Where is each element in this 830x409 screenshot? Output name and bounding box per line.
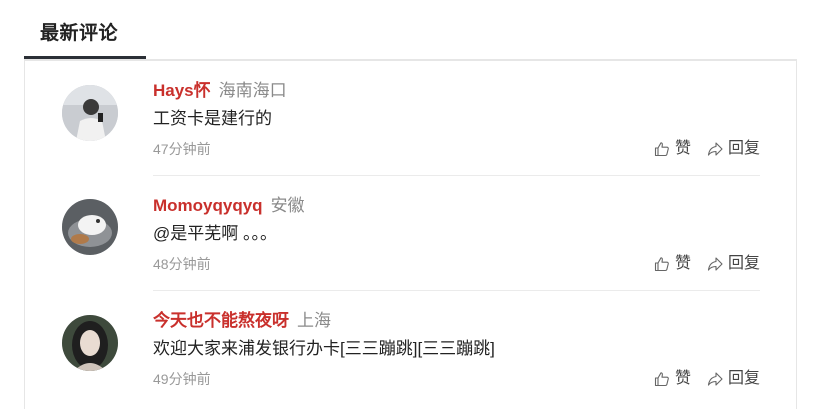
comment-header: 今天也不能熬夜呀 上海 (153, 311, 331, 331)
comment-list: Hays怀 海南海口 工资卡是建行的 47分钟前 赞 回复 Momoyqyqyq… (24, 60, 797, 409)
reply-arrow-icon (707, 256, 723, 272)
like-label: 赞 (674, 140, 691, 157)
comment-header: Momoyqyqyq 安徽 (153, 196, 305, 216)
comment-time: 49分钟前 (153, 371, 211, 387)
reply-label: 回复 (727, 140, 760, 157)
comment-item: 今天也不能熬夜呀 上海 欢迎大家来浦发银行办卡[三三蹦跳][三三蹦跳] 49分钟前… (25, 291, 796, 405)
like-button[interactable]: 赞 (654, 369, 691, 389)
comment-header: Hays怀 海南海口 (153, 81, 287, 101)
comment-text: @是平芜啊 。。。 (153, 224, 277, 243)
reply-button[interactable]: 回复 (707, 139, 760, 159)
like-button[interactable]: 赞 (654, 139, 691, 159)
comment-location: 安徽 (270, 196, 305, 215)
reply-button[interactable]: 回复 (707, 254, 760, 274)
comment-item: Hays怀 海南海口 工资卡是建行的 47分钟前 赞 回复 (25, 61, 796, 176)
avatar[interactable] (62, 315, 118, 371)
comment-actions: 赞 回复 (654, 254, 760, 274)
avatar[interactable] (62, 85, 118, 141)
comment-text: 工资卡是建行的 (153, 109, 272, 128)
section-title: 最新评论 (40, 23, 119, 44)
comment-username[interactable]: Momoyqyqyq (153, 196, 263, 215)
comments-section: 最新评论 Hays怀 海南海口 工资卡是建行的 47分钟前 赞 回复 Momoy… (0, 0, 830, 409)
reply-arrow-icon (707, 371, 723, 387)
thumbs-up-icon (654, 141, 670, 157)
like-label: 赞 (674, 370, 691, 387)
reply-label: 回复 (727, 370, 760, 387)
thumbs-up-icon (654, 371, 670, 387)
comment-username[interactable]: 今天也不能熬夜呀 (153, 311, 289, 330)
like-label: 赞 (674, 255, 691, 272)
like-button[interactable]: 赞 (654, 254, 691, 274)
comment-time: 48分钟前 (153, 256, 211, 272)
comment-actions: 赞 回复 (654, 139, 760, 159)
reply-arrow-icon (707, 141, 723, 157)
thumbs-up-icon (654, 256, 670, 272)
comment-location: 上海 (297, 311, 331, 330)
avatar[interactable] (62, 199, 118, 255)
comment-actions: 赞 回复 (654, 369, 760, 389)
comment-location: 海南海口 (218, 81, 287, 100)
comment-text: 欢迎大家来浦发银行办卡[三三蹦跳][三三蹦跳] (153, 339, 495, 358)
comment-username[interactable]: Hays怀 (153, 81, 211, 100)
reply-label: 回复 (727, 255, 760, 272)
comment-item: Momoyqyqyq 安徽 @是平芜啊 。。。 48分钟前 赞 回复 (25, 176, 796, 291)
comment-time: 47分钟前 (153, 141, 211, 157)
reply-button[interactable]: 回复 (707, 369, 760, 389)
